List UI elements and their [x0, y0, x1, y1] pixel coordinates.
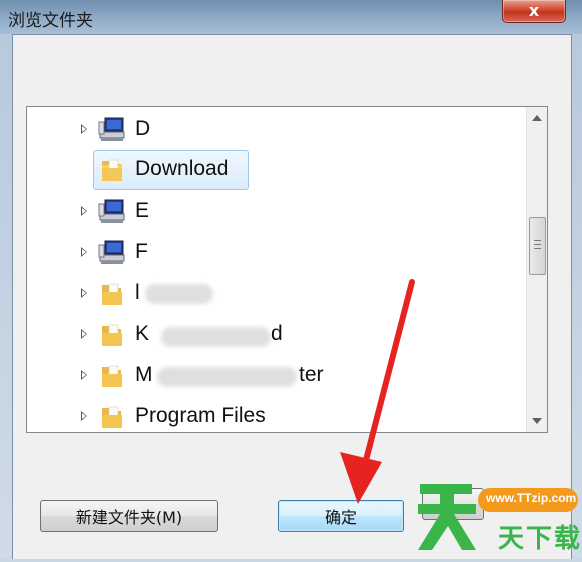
annotation-arrow: [340, 279, 415, 504]
dialog-frame: 浏览文件夹 x D Download E F l K d M ter Progr…: [0, 0, 582, 559]
watermark-url: www.TTzip.com: [486, 491, 577, 505]
watermark: www.TTzip.com 天下载: [412, 476, 582, 558]
watermark-text: 天下载: [498, 524, 582, 554]
